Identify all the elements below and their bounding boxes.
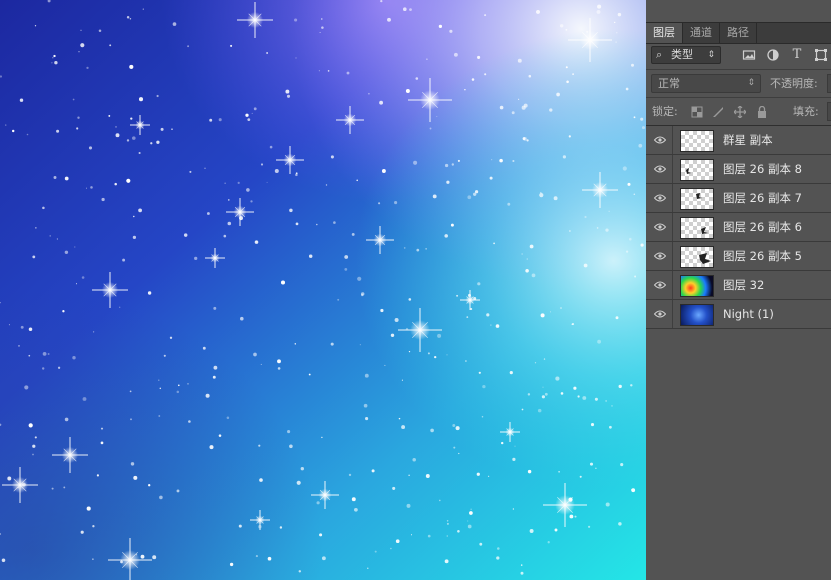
type-filter-icon[interactable]: T — [790, 48, 804, 62]
tab-channels[interactable]: 通道 — [683, 23, 720, 43]
layer-row-night[interactable]: Night (1) — [646, 300, 831, 329]
opacity-label: 不透明度: — [770, 77, 818, 90]
filter-row: ⌕ 类型 ⇕ T — [646, 43, 831, 70]
document-canvas[interactable] — [0, 0, 646, 580]
layer-row-26-copy-7[interactable]: 图层 26 副本 7 — [646, 184, 831, 213]
layer-thumbnail — [680, 217, 714, 239]
eye-icon — [654, 165, 666, 173]
layer-row-26-copy-5[interactable]: 图层 26 副本 5 — [646, 242, 831, 271]
blend-row: 正常 ⇕ 不透明度: — [646, 70, 831, 98]
layer-row-32[interactable]: 图层 32 — [646, 271, 831, 300]
eye-icon — [654, 136, 666, 144]
panel-tabbar: 图层 通道 路径 — [646, 22, 831, 44]
image-filter-icon[interactable] — [742, 48, 756, 62]
visibility-toggle[interactable] — [646, 126, 673, 154]
galaxy-image — [0, 0, 646, 580]
adjustment-filter-icon[interactable] — [766, 48, 780, 62]
lock-label: 锁定: — [652, 105, 678, 118]
layer-thumbnail — [680, 159, 714, 181]
blend-mode-select[interactable]: 正常 ⇕ — [651, 74, 761, 93]
layers-panel: 图层 通道 路径 ⌕ 类型 ⇕ T 正常 ⇕ 不透明度: 锁定: 填充: 群星 … — [646, 0, 831, 580]
layer-thumbnail — [680, 246, 714, 268]
eye-icon — [654, 252, 666, 260]
eye-icon — [654, 194, 666, 202]
layer-name: 图层 26 副本 6 — [723, 220, 802, 234]
fill-input[interactable] — [827, 102, 831, 121]
visibility-toggle[interactable] — [646, 213, 673, 241]
layer-name: 图层 26 副本 5 — [723, 249, 802, 263]
layer-thumbnail — [680, 304, 714, 326]
layer-row-26-copy-8[interactable]: 图层 26 副本 8 — [646, 155, 831, 184]
lock-transparent-pixels-icon[interactable] — [691, 106, 703, 118]
layer-name: 图层 26 副本 8 — [723, 162, 802, 176]
chevron-updown-icon: ⇕ — [747, 78, 755, 88]
eye-icon — [654, 310, 666, 318]
layer-name: 图层 26 副本 7 — [723, 191, 802, 205]
visibility-toggle[interactable] — [646, 242, 673, 270]
layer-thumbnail — [680, 188, 714, 210]
layer-thumbnail — [680, 275, 714, 297]
search-icon: ⌕ — [656, 48, 663, 61]
layers-list: 群星 副本 图层 26 副本 8 图层 26 副本 7 图层 26 副本 6 图… — [646, 126, 831, 329]
tab-layers[interactable]: 图层 — [646, 23, 683, 43]
layer-thumbnail — [680, 130, 714, 152]
filter-kind-label: 类型 — [671, 48, 693, 61]
lock-image-pixels-icon[interactable] — [712, 106, 724, 118]
visibility-toggle[interactable] — [646, 300, 673, 328]
layer-row-stars-copy[interactable]: 群星 副本 — [646, 126, 831, 155]
layer-name: 群星 副本 — [723, 133, 773, 147]
layer-row-26-copy-6[interactable]: 图层 26 副本 6 — [646, 213, 831, 242]
eye-icon — [654, 223, 666, 231]
eye-icon — [654, 281, 666, 289]
visibility-toggle[interactable] — [646, 271, 673, 299]
chevron-updown-icon: ⇕ — [707, 50, 715, 60]
filter-kind-select[interactable]: ⌕ 类型 ⇕ — [651, 46, 721, 64]
layer-name: Night (1) — [723, 307, 774, 321]
layer-name: 图层 32 — [723, 278, 765, 292]
lock-position-icon[interactable] — [733, 105, 747, 119]
lock-all-icon[interactable] — [756, 105, 768, 118]
shape-filter-icon[interactable] — [814, 48, 828, 62]
visibility-toggle[interactable] — [646, 184, 673, 212]
visibility-toggle[interactable] — [646, 155, 673, 183]
tab-paths[interactable]: 路径 — [720, 23, 757, 43]
opacity-input[interactable] — [827, 74, 831, 93]
lock-row: 锁定: 填充: — [646, 98, 831, 126]
blend-mode-value: 正常 — [658, 77, 680, 90]
fill-label: 填充: — [793, 105, 819, 118]
